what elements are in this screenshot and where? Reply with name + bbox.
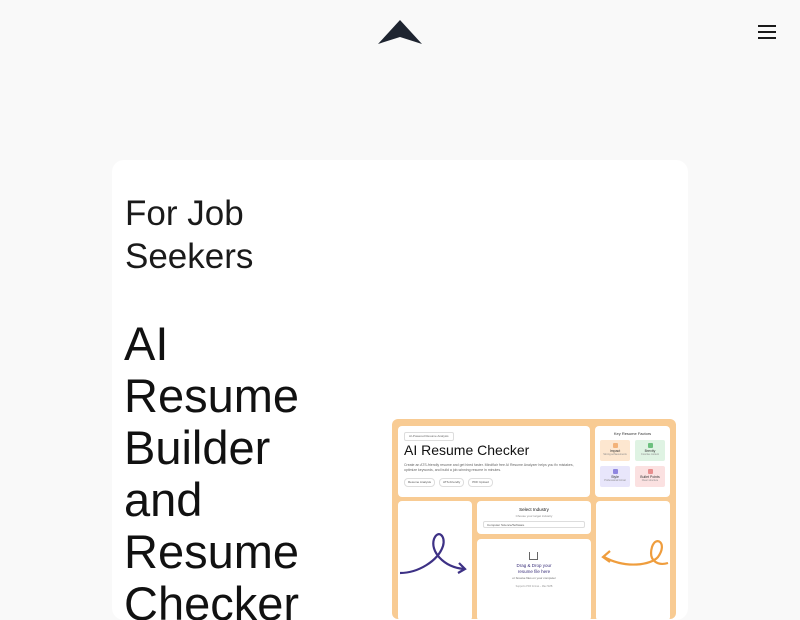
factor-tile: Bullet Points Clear structure — [635, 466, 665, 487]
preview-industry-panel: Select Industry Choose your target indus… — [477, 501, 591, 534]
preview-description: Create an ATS-friendly resume and get hi… — [404, 463, 574, 472]
preview-factors-title: Key Resume Factors — [613, 431, 652, 436]
preview-right-decor-panel — [596, 501, 670, 619]
preview-factors-panel: Key Resume Factors Impact Strong achieve… — [595, 426, 670, 497]
factor-sub: Professional format — [604, 479, 626, 482]
factor-tile: Impact Strong achievements — [600, 440, 630, 461]
preview-chip: ATS-Friendly — [439, 478, 465, 487]
upload-subtext: or browse files on your computer — [512, 576, 556, 580]
preview-badge: AI-Powered Resume Analysis — [404, 432, 454, 441]
product-preview-image: AI-Powered Resume Analysis AI Resume Che… — [392, 419, 676, 619]
factor-tile: Style Professional format — [600, 466, 630, 487]
factor-sub: Concise content — [641, 453, 659, 456]
upload-icon — [529, 552, 538, 560]
hero-card: For Job Seekers AI Resume Builder and Re… — [112, 160, 688, 620]
preview-left-decor-panel — [398, 501, 472, 619]
preview-upload-panel: Drag & Drop your resume file here or bro… — [477, 539, 591, 619]
hamburger-menu-icon[interactable] — [756, 22, 780, 42]
swirl-arrow-icon — [399, 533, 467, 575]
preview-title: AI Resume Checker — [404, 442, 530, 458]
arrowhead-logo-icon[interactable] — [378, 20, 422, 44]
factor-sub: Strong achievements — [603, 453, 627, 456]
preview-main-panel: AI-Powered Resume Analysis AI Resume Che… — [398, 426, 590, 497]
upload-note: Supports PDF format – Max 5MB — [515, 585, 553, 588]
industry-title: Select Industry — [519, 507, 549, 512]
swirl-arrow-icon — [601, 540, 669, 566]
top-navigation-bar — [0, 0, 800, 64]
factor-sub: Clear structure — [641, 479, 659, 482]
hero-eyebrow: For Job Seekers — [125, 194, 254, 276]
preview-chip: PDF Upload — [468, 478, 493, 487]
factor-tile: Brevity Concise content — [635, 440, 665, 461]
upload-text: Drag & Drop your resume file here — [516, 563, 552, 574]
preview-chips: Resume Analysis ATS-Friendly PDF Upload — [404, 478, 493, 487]
industry-subtitle: Choose your target industry — [515, 514, 553, 518]
hero-headline: AI Resume Builder and Resume Checker — [124, 317, 300, 620]
preview-chip: Resume Analysis — [404, 478, 436, 487]
industry-select: Computer Science/Software — [483, 521, 585, 528]
